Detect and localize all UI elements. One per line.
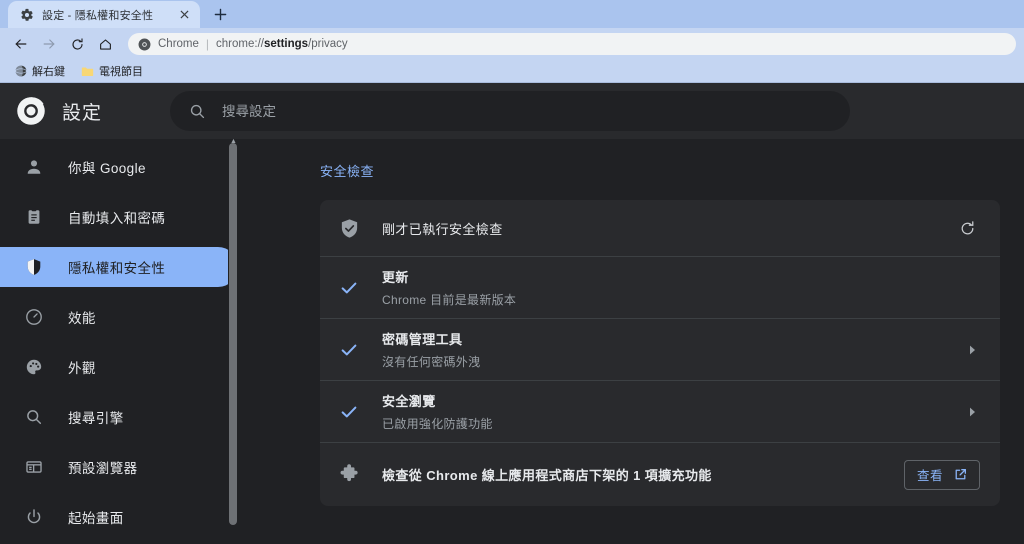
sidebar-item-label: 外觀 — [68, 361, 96, 376]
sidebar-item-autofill-passwords[interactable]: 自動填入和密碼 — [0, 197, 238, 237]
settings-body: 你與 Google 自動填入和密碼 隱私權和安全性 效能 外觀 搜尋引擎 預設瀏… — [0, 139, 1024, 543]
row-texts: 密碼管理工具 沒有任何密碼外洩 — [382, 329, 942, 370]
row-subtitle: Chrome 目前是最新版本 — [382, 293, 517, 307]
settings-header: 設定 — [0, 83, 1024, 139]
home-icon[interactable] — [92, 31, 118, 57]
section-title: 安全檢查 — [320, 164, 375, 179]
clipboard-icon — [24, 207, 44, 227]
check-row-password-manager[interactable]: 密碼管理工具 沒有任何密碼外洩 — [320, 318, 1000, 380]
close-icon[interactable] — [176, 7, 192, 23]
omnibox-chip: Chrome — [158, 38, 199, 50]
search-icon — [24, 407, 44, 427]
page-title: 設定 — [62, 102, 103, 124]
browser-toolbar: Chrome | chrome://settings/privacy — [0, 28, 1024, 60]
view-button-label: 查看 — [916, 469, 943, 483]
sidebar-item-label: 自動填入和密碼 — [68, 211, 166, 226]
sidebar-item-performance[interactable]: 效能 — [0, 297, 238, 337]
puzzle-icon — [338, 464, 360, 486]
sidebar-item-you-and-google[interactable]: 你與 Google — [0, 147, 238, 187]
extensions-message: 檢查從 Chrome 線上應用程式商店下架的 1 項擴充功能 — [382, 468, 712, 483]
globe-icon — [14, 65, 27, 78]
bookmark-item[interactable]: 解右鍵 — [8, 61, 71, 81]
sidebar-item-label: 預設瀏覽器 — [68, 461, 138, 476]
arrow-right-icon — [36, 31, 62, 57]
scrollbar-thumb[interactable] — [229, 143, 237, 525]
check-row-updates[interactable]: 更新 Chrome 目前是最新版本 — [320, 256, 1000, 318]
person-icon — [24, 157, 44, 177]
sidebar-item-privacy-security[interactable]: 隱私權和安全性 — [0, 247, 238, 287]
sidebar-item-on-startup[interactable]: 起始畫面 — [0, 497, 238, 537]
url-bold: settings — [263, 38, 309, 50]
address-bar[interactable]: Chrome | chrome://settings/privacy — [128, 33, 1016, 55]
external-link-icon — [953, 468, 967, 482]
tab-strip: 設定 - 隱私權和安全性 — [0, 0, 1024, 28]
view-button[interactable]: 查看 — [903, 459, 980, 490]
row-texts: 安全瀏覽 已啟用強化防護功能 — [382, 391, 942, 432]
row-title: 更新 — [382, 270, 409, 285]
settings-page: 設定 你與 Google — [0, 83, 1024, 543]
row-title: 安全瀏覽 — [382, 394, 436, 409]
omnibox-separator: | — [205, 37, 210, 51]
arrow-left-icon[interactable] — [8, 31, 34, 57]
browser-window: 設定 - 隱私權和安全性 Chrome | chrome://settings/… — [0, 0, 1024, 544]
power-icon — [24, 507, 44, 527]
tab-title: 設定 - 隱私權和安全性 — [42, 9, 154, 22]
refresh-icon[interactable] — [954, 215, 980, 241]
sidebar-item-label: 搜尋引擎 — [68, 411, 124, 426]
new-tab-button[interactable] — [206, 1, 234, 28]
chevron-right-icon[interactable] — [964, 342, 980, 358]
check-icon — [338, 339, 360, 361]
extensions-row[interactable]: 檢查從 Chrome 線上應用程式商店下架的 1 項擴充功能 查看 — [320, 442, 1000, 506]
sidebar-item-label: 你與 Google — [68, 161, 146, 176]
row-texts: 更新 Chrome 目前是最新版本 — [382, 267, 980, 308]
row-title: 密碼管理工具 — [382, 332, 463, 347]
sidebar-scrollbar[interactable]: ▲ — [228, 139, 238, 543]
sidebar-item-appearance[interactable]: 外觀 — [0, 347, 238, 387]
omnibox-url: chrome://settings/privacy — [216, 38, 348, 50]
safety-check-header: 剛才已執行安全檢查 — [320, 200, 1000, 256]
gear-icon — [20, 8, 34, 22]
tab-settings[interactable]: 設定 - 隱私權和安全性 — [8, 1, 200, 28]
url-prefix: chrome:// — [216, 38, 264, 50]
bookmarks-bar: 解右鍵 電視節目 — [0, 60, 1024, 83]
sidebar-item-default-browser[interactable]: 預設瀏覽器 — [0, 447, 238, 487]
settings-content: 安全檢查 剛才已執行安全檢查 更新 Chrome 目前是最新版本 密碼管理工具 … — [238, 139, 1024, 543]
speedometer-icon — [24, 307, 44, 327]
check-row-safe-browsing[interactable]: 安全瀏覽 已啟用強化防護功能 — [320, 380, 1000, 442]
check-icon — [338, 401, 360, 423]
sidebar-item-label: 效能 — [68, 311, 96, 326]
shield-check-icon — [338, 217, 360, 239]
check-icon — [338, 277, 360, 299]
sidebar-item-search-engine[interactable]: 搜尋引擎 — [0, 397, 238, 437]
palette-icon — [24, 357, 44, 377]
search-input[interactable] — [222, 103, 833, 119]
safety-check-status: 剛才已執行安全檢查 — [382, 221, 503, 237]
folder-icon — [81, 65, 94, 78]
search-box[interactable] — [170, 91, 851, 131]
bookmark-label: 電視節目 — [99, 66, 143, 78]
bookmark-label: 解右鍵 — [32, 66, 65, 78]
chrome-logo-icon — [16, 96, 46, 126]
url-suffix: /privacy — [308, 38, 348, 50]
search-icon — [188, 102, 206, 120]
row-subtitle: 已啟用強化防護功能 — [382, 417, 493, 431]
safety-check-card: 剛才已執行安全檢查 更新 Chrome 目前是最新版本 密碼管理工具 沒有任何密… — [320, 200, 1000, 506]
settings-sidebar: 你與 Google 自動填入和密碼 隱私權和安全性 效能 外觀 搜尋引擎 預設瀏… — [0, 139, 238, 543]
shield-icon — [24, 257, 44, 277]
sidebar-item-label: 隱私權和安全性 — [68, 261, 166, 276]
chevron-right-icon[interactable] — [964, 404, 980, 420]
chrome-icon — [138, 38, 151, 51]
reload-icon[interactable] — [64, 31, 90, 57]
bookmark-item[interactable]: 電視節目 — [75, 61, 149, 81]
browser-window-icon — [24, 457, 44, 477]
sidebar-item-label: 起始畫面 — [68, 511, 124, 526]
row-subtitle: 沒有任何密碼外洩 — [382, 355, 481, 369]
